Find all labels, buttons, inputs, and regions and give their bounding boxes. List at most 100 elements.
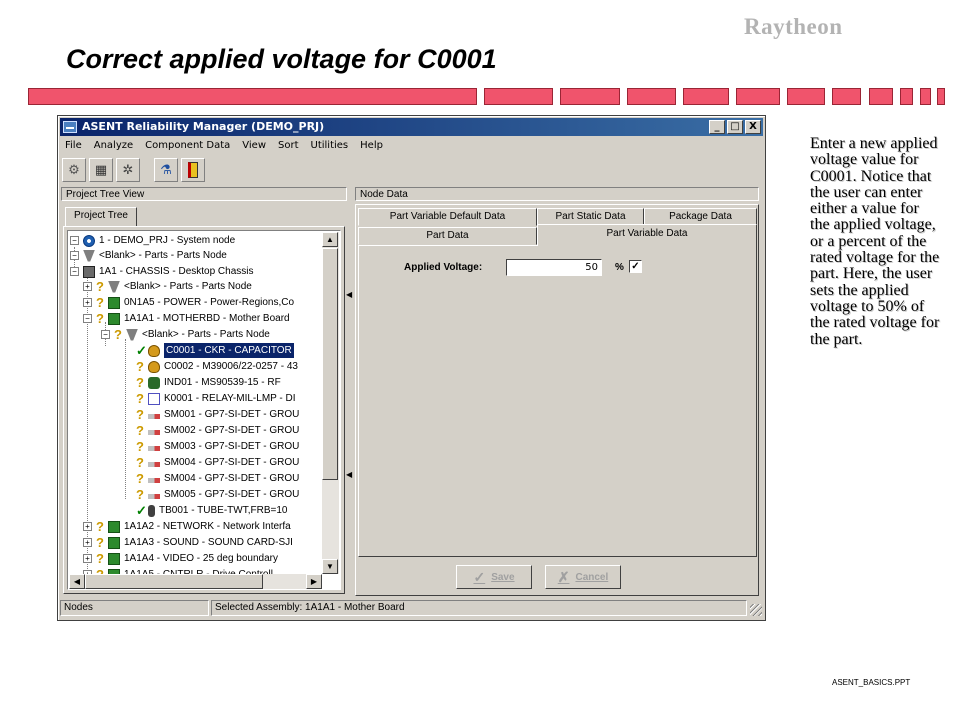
tree-row[interactable]: − ? <Blank> - Parts - Parts Node — [101, 327, 270, 342]
window-titlebar[interactable]: ASENT Reliability Manager (DEMO_PRJ) _ □… — [60, 118, 763, 136]
cancel-button[interactable]: ✗ Cancel — [545, 565, 621, 589]
menu-help[interactable]: Help — [360, 138, 383, 154]
tree-row-selected[interactable]: ✓ C0001 - CKR - CAPACITOR — [136, 343, 294, 358]
tab-part-data[interactable]: Part Data — [358, 227, 537, 245]
tree-row[interactable]: − 1 - DEMO_PRJ - System node — [70, 233, 235, 248]
settings-button[interactable]: ✲ — [116, 158, 140, 182]
expand-toggle[interactable]: + — [83, 282, 92, 291]
tree-horizontal-scrollbar[interactable]: ◀ ▶ — [69, 574, 322, 589]
question-mark-icon: ? — [136, 439, 144, 454]
tree-row-label: SM004 - GP7-SI-DET - GROU — [164, 457, 300, 468]
scroll-up-button[interactable]: ▲ — [322, 232, 338, 247]
scroll-right-button[interactable]: ▶ — [306, 574, 322, 589]
system-node-icon — [83, 234, 95, 247]
tree-row[interactable]: − ? 1A1A1 - MOTHERBD - Mother Board — [83, 311, 290, 326]
tree-row[interactable]: ? SM001 - GP7-SI-DET - GROU — [136, 407, 299, 422]
question-mark-icon: ? — [136, 423, 144, 438]
exit-button[interactable] — [181, 158, 205, 182]
parts-library-button[interactable]: ⚙ — [62, 158, 86, 182]
status-nodes: Nodes — [60, 600, 209, 616]
tree-row[interactable]: + ? 1A1A2 - NETWORK - Network Interfa — [83, 519, 291, 534]
tree-row[interactable]: ? SM005 - GP7-SI-DET - GROU — [136, 487, 299, 502]
semiconductor-icon — [148, 494, 160, 499]
question-mark-icon: ? — [96, 311, 104, 326]
collapse-toggle[interactable]: − — [70, 267, 79, 276]
save-button[interactable]: ✓ Save — [456, 565, 532, 589]
collapse-toggle[interactable]: − — [101, 330, 110, 339]
tab-part-variable-data[interactable]: Part Variable Data — [537, 224, 757, 246]
expand-toggle[interactable]: + — [83, 554, 92, 563]
tree-row[interactable]: ? SM004 - GP7-SI-DET - GROU — [136, 455, 299, 470]
tree-row[interactable]: − <Blank> - Parts - Parts Node — [70, 248, 227, 263]
calculator-button[interactable]: ▦ — [89, 158, 113, 182]
tree-row-label: TB001 - TUBE-TWT,FRB=10 — [159, 505, 288, 516]
menu-view[interactable]: View — [242, 138, 266, 154]
inductor-icon — [148, 376, 160, 389]
capacitor-icon — [148, 344, 160, 357]
menu-file[interactable]: File — [65, 138, 82, 154]
toolbar: ⚙ ▦ ✲ ⚗ — [62, 158, 205, 186]
scroll-thumb[interactable] — [322, 248, 338, 480]
tree-row[interactable]: + ? 0N1A5 - POWER - Power-Regions,Co — [83, 295, 294, 310]
question-mark-icon: ? — [136, 407, 144, 422]
node-data-label: Node Data — [355, 187, 759, 201]
collapse-toggle[interactable]: − — [83, 314, 92, 323]
maximize-button[interactable]: □ — [727, 120, 743, 134]
expand-toggle[interactable]: + — [83, 298, 92, 307]
cancel-button-label: Cancel — [575, 571, 609, 583]
menu-utilities[interactable]: Utilities — [311, 138, 349, 154]
tree-row-label: SM004 - GP7-SI-DET - GROU — [164, 473, 300, 484]
pane-splitter[interactable]: ◀ ◀ — [345, 200, 353, 598]
slide-footer: ASENT_BASICS.PPT — [832, 678, 911, 687]
stripe-segment — [560, 88, 620, 105]
question-mark-icon: ? — [136, 487, 144, 502]
tree-row[interactable]: + ? <Blank> - Parts - Parts Node — [83, 279, 252, 294]
tree-row[interactable]: ? C0002 - M39006/22-0257 - 43 — [136, 359, 298, 374]
tree-row[interactable]: + ? 1A1A3 - SOUND - SOUND CARD-SJI — [83, 535, 293, 550]
tree-row-label: SM005 - GP7-SI-DET - GROU — [164, 489, 300, 500]
percent-checkbox[interactable]: ✓ — [629, 260, 642, 273]
applied-voltage-input[interactable] — [506, 259, 602, 276]
percent-label: % — [615, 262, 624, 273]
tree-vertical-scrollbar[interactable]: ▲ ▼ — [322, 232, 339, 574]
tree-row-label: 0N1A5 - POWER - Power-Regions,Co — [124, 297, 295, 308]
scroll-down-button[interactable]: ▼ — [322, 559, 338, 574]
circuit-board-icon — [108, 520, 120, 533]
menu-sort[interactable]: Sort — [278, 138, 299, 154]
tree-row[interactable]: ✓ TB001 - TUBE-TWT,FRB=10 — [136, 503, 287, 518]
expand-toggle[interactable]: + — [83, 538, 92, 547]
scroll-left-button[interactable]: ◀ — [69, 574, 85, 589]
tree-row[interactable]: ? SM004 - GP7-SI-DET - GROU — [136, 471, 299, 486]
tree-row[interactable]: ? K0001 - RELAY-MIL-LMP - DI — [136, 391, 296, 406]
tree-row[interactable]: + ? 1A1A4 - VIDEO - 25 deg boundary — [83, 551, 278, 566]
tree-row-label: 1A1A3 - SOUND - SOUND CARD-SJI — [124, 537, 293, 548]
menu-analyze[interactable]: Analyze — [94, 138, 133, 154]
resize-grip[interactable] — [750, 604, 762, 616]
expand-toggle[interactable]: + — [83, 522, 92, 531]
settings-gear-icon: ✲ — [122, 162, 134, 178]
part-variable-data-panel — [358, 245, 757, 557]
tree-row[interactable]: − 1A1 - CHASSIS - Desktop Chassis — [70, 264, 254, 279]
parts-node-icon — [126, 328, 138, 341]
tree-row-label: <Blank> - Parts - Parts Node — [142, 329, 270, 340]
tree-row[interactable]: ? IND01 - MS90539-15 - RF — [136, 375, 281, 390]
question-mark-icon: ? — [96, 535, 104, 550]
tree-row-label: <Blank> - Parts - Parts Node — [99, 250, 227, 261]
close-button[interactable]: X — [745, 120, 761, 134]
tree-row-label: C0002 - M39006/22-0257 - 43 — [164, 361, 298, 372]
collapse-toggle[interactable]: − — [70, 236, 79, 245]
scroll-thumb[interactable] — [85, 574, 263, 589]
checkmark-icon: ✓ — [473, 568, 486, 585]
tree-row[interactable]: ? SM002 - GP7-SI-DET - GROU — [136, 423, 299, 438]
stripe-segment — [832, 88, 861, 105]
tab-part-variable-default-data[interactable]: Part Variable Default Data — [358, 208, 537, 226]
menu-component-data[interactable]: Component Data — [145, 138, 230, 154]
minimize-button[interactable]: _ — [709, 120, 725, 134]
collapse-toggle[interactable]: − — [70, 251, 79, 260]
tree-row[interactable]: ? SM003 - GP7-SI-DET - GROU — [136, 439, 299, 454]
tab-project-tree[interactable]: Project Tree — [65, 207, 137, 227]
semiconductor-icon — [148, 430, 160, 435]
stripe-segment — [869, 88, 893, 105]
status-selected-assembly: Selected Assembly: 1A1A1 - Mother Board — [211, 600, 747, 616]
analysis-button[interactable]: ⚗ — [154, 158, 178, 182]
